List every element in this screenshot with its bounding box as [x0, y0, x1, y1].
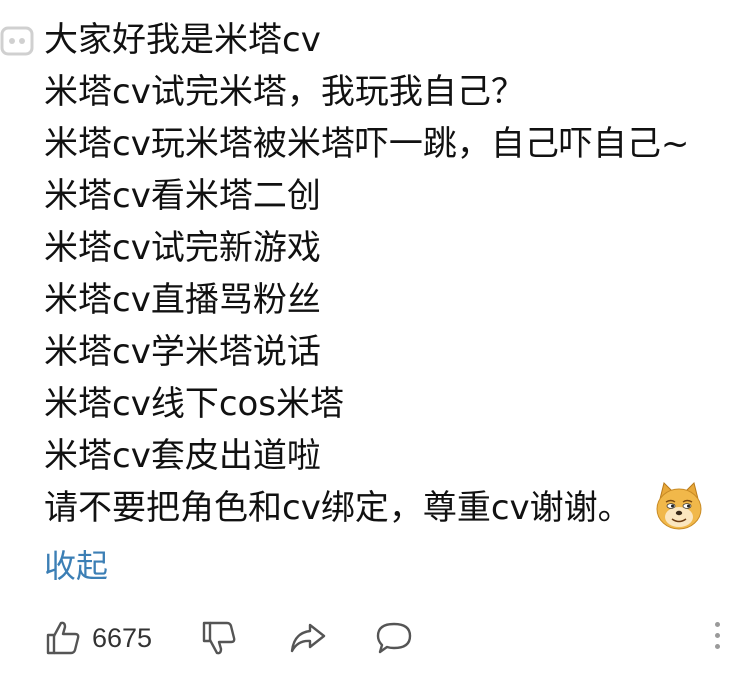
more-vertical-icon — [715, 644, 720, 649]
comment-action-bar: 6675 — [44, 614, 734, 662]
comment-line: 大家好我是米塔cv — [44, 20, 321, 60]
comment-line: 米塔cv直播骂粉丝 — [44, 280, 321, 320]
more-vertical-icon — [715, 622, 720, 627]
comment-line: 米塔cv套皮出道啦 — [44, 436, 321, 476]
comment-body: 大家好我是米塔cv 米塔cv试完米塔，我玩我自己？ 米塔cv玩米塔被米塔吓一跳，… — [44, 14, 734, 592]
watermark-logo — [0, 26, 34, 56]
more-vertical-icon — [715, 633, 720, 638]
reply-button[interactable] — [374, 619, 414, 657]
more-options-button[interactable] — [715, 622, 720, 649]
like-button[interactable]: 6675 — [44, 619, 152, 657]
comment-icon — [376, 622, 412, 654]
dislike-button[interactable] — [200, 619, 238, 657]
comment-line-final: 请不要把角色和cv绑定，尊重cv谢谢。 — [44, 482, 734, 534]
like-count: 6675 — [92, 622, 153, 653]
doge-emoji-icon — [656, 482, 702, 530]
comment-line: 米塔cv学米塔说话 — [44, 332, 321, 372]
comment-line: 米塔cv玩米塔被米塔吓一跳，自己吓自己~ — [44, 124, 690, 164]
comment-line: 米塔cv试完新游戏 — [44, 228, 321, 268]
collapse-link[interactable]: 收起 — [44, 540, 734, 592]
comment-line: 米塔cv看米塔二创 — [44, 176, 321, 216]
thumbs-up-icon — [46, 621, 80, 655]
share-icon — [290, 623, 326, 653]
comment-line: 米塔cv线下cos米塔 — [44, 384, 345, 424]
thumbs-down-icon — [202, 621, 236, 655]
share-button[interactable] — [288, 619, 328, 657]
comment-line: 米塔cv试完米塔，我玩我自己？ — [44, 72, 525, 112]
comment-line: 请不要把角色和cv绑定，尊重cv谢谢。 — [44, 488, 632, 528]
